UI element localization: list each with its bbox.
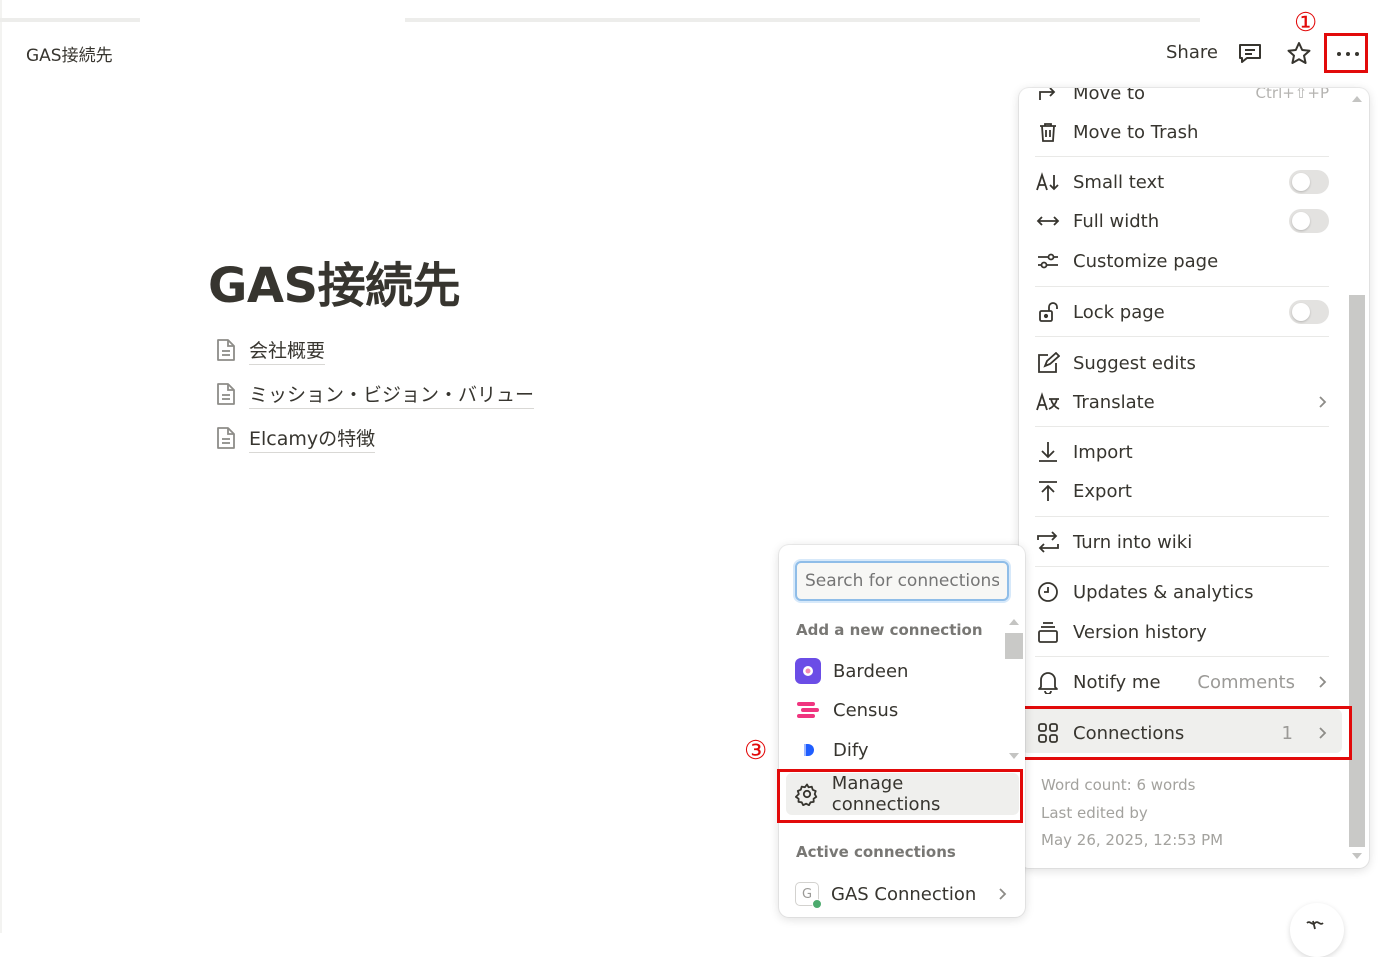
suggest-edit-icon: [1035, 350, 1061, 376]
chevron-right-icon: [999, 888, 1007, 900]
move-arrow-icon: [1035, 88, 1061, 106]
help-button[interactable]: [1290, 903, 1344, 957]
scroll-down-arrow-icon[interactable]: [1009, 753, 1019, 759]
full-width-toggle[interactable]: [1289, 209, 1329, 233]
subpage-label: Elcamyの特徴: [249, 424, 376, 453]
scroll-up-arrow-icon[interactable]: [1009, 619, 1019, 625]
page-icon: [217, 383, 235, 405]
more-horizontal-icon: [1337, 52, 1359, 56]
scroll-up-arrow-icon[interactable]: [1352, 96, 1362, 102]
search-connections-input[interactable]: [795, 561, 1009, 601]
active-status-dot: [812, 899, 822, 909]
bardeen-logo-icon: [795, 658, 821, 684]
share-button[interactable]: Share: [1166, 42, 1218, 63]
comment-icon[interactable]: [1236, 40, 1264, 68]
menu-scrollbar-thumb[interactable]: [1349, 295, 1365, 847]
last-edited-by: Last edited by: [1041, 804, 1148, 822]
menu-item-move-to[interactable]: Move to Ctrl+⇧+P: [1035, 88, 1329, 112]
subpage-link-elcamy-features[interactable]: Elcamyの特徴: [216, 423, 376, 453]
active-connections-heading: Active connections: [796, 843, 956, 861]
menu-item-import[interactable]: Import: [1035, 433, 1329, 471]
menu-item-full-width[interactable]: Full width: [1035, 202, 1329, 240]
menu-item-lock-page[interactable]: Lock page: [1035, 293, 1329, 331]
word-count: Word count: 6 words: [1041, 776, 1196, 794]
star-icon[interactable]: [1285, 40, 1313, 68]
last-edited-at: May 26, 2025, 12:53 PM: [1041, 831, 1224, 849]
shortcut-label: Ctrl+⇧+P: [1255, 88, 1329, 102]
page-icon: [217, 427, 235, 449]
more-options-button[interactable]: [1324, 33, 1368, 73]
menu-item-turn-into-wiki[interactable]: Turn into wiki: [1035, 523, 1329, 561]
notion-ai-face-icon: [1306, 920, 1324, 930]
menu-item-move-to-trash[interactable]: Move to Trash: [1035, 113, 1329, 151]
menu-item-export[interactable]: Export: [1035, 472, 1329, 510]
menu-item-notify-me[interactable]: Notify me Comments: [1035, 663, 1329, 701]
annotation-step-1: ①: [1294, 8, 1318, 38]
wiki-convert-icon: [1035, 529, 1061, 555]
chevron-right-icon: [1319, 396, 1327, 408]
import-icon: [1035, 439, 1061, 465]
census-logo-icon: [795, 697, 821, 723]
breadcrumb[interactable]: GAS接続先: [26, 41, 113, 66]
chevron-right-icon: [1319, 676, 1327, 688]
clock-icon: [1035, 579, 1061, 605]
full-width-icon: [1035, 208, 1061, 234]
export-icon: [1035, 478, 1061, 504]
menu-item-customize-page[interactable]: Customize page: [1035, 242, 1329, 280]
connections-submenu: Add a new connection Bardeen Census Dify…: [779, 545, 1025, 917]
menu-item-suggest-edits[interactable]: Suggest edits: [1035, 344, 1329, 382]
connection-item-bardeen[interactable]: Bardeen: [795, 653, 1009, 689]
page-icon: [217, 339, 235, 361]
sliders-icon: [1035, 248, 1061, 274]
version-history-icon: [1035, 619, 1061, 645]
subpage-link-company-overview[interactable]: 会社概要: [216, 335, 326, 365]
menu-item-small-text[interactable]: Small text: [1035, 163, 1329, 201]
lock-page-toggle[interactable]: [1289, 300, 1329, 324]
subpage-label: ミッション・ビジョン・バリュー: [249, 380, 535, 409]
scroll-down-arrow-icon[interactable]: [1352, 853, 1362, 859]
bell-icon: [1035, 669, 1061, 695]
add-new-connection-heading: Add a new connection: [796, 621, 983, 639]
small-text-icon: [1035, 169, 1061, 195]
menu-item-translate[interactable]: Translate: [1035, 383, 1329, 421]
active-connection-gas[interactable]: G GAS Connection: [795, 876, 1009, 912]
subpage-label: 会社概要: [249, 336, 326, 365]
top-tab-strip: [0, 0, 1200, 22]
notify-me-value: Comments: [1197, 671, 1295, 693]
window-edge: [0, 0, 2, 933]
translate-icon: [1035, 389, 1061, 415]
connection-item-dify[interactable]: Dify: [795, 732, 1009, 768]
subpage-link-mission-vision-values[interactable]: ミッション・ビジョン・バリュー: [216, 379, 535, 409]
annotation-step-3: ③: [744, 736, 768, 766]
small-text-toggle[interactable]: [1289, 170, 1329, 194]
gas-connection-avatar-icon: G: [795, 882, 822, 909]
trash-icon: [1035, 119, 1061, 145]
dify-logo-icon: [795, 737, 821, 763]
annotation-box-manage-connections: [777, 769, 1023, 823]
page-title[interactable]: GAS接続先: [208, 246, 461, 316]
unlock-icon: [1035, 299, 1061, 325]
connection-item-census[interactable]: Census: [795, 692, 1009, 728]
annotation-box-connections: [1018, 706, 1352, 760]
menu-item-version-history[interactable]: Version history: [1035, 613, 1329, 651]
menu-item-updates-analytics[interactable]: Updates & analytics: [1035, 573, 1329, 611]
